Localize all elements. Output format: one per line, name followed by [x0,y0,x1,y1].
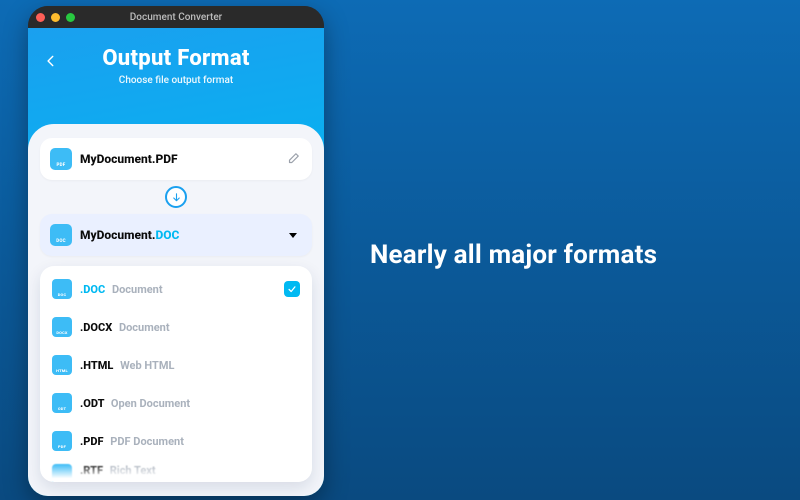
format-option-label: .HTML Web HTML [80,359,300,372]
source-filename-ext: PDF [155,152,177,166]
chevron-down-icon [284,226,302,244]
format-option[interactable]: ODT .ODT Open Document [40,384,312,422]
format-option[interactable]: PDF .PDF PDF Document [40,422,312,460]
close-icon[interactable] [36,13,45,22]
file-icon-tag: RTF [58,477,66,482]
app-header: Output Format Choose file output format [28,28,324,100]
target-filename-base: MyDocument. [80,228,155,242]
file-icon-tag: DOCX [56,330,67,335]
content-card: PDF MyDocument.PDF [28,124,324,496]
edit-icon[interactable] [284,150,302,168]
back-button[interactable] [40,50,62,72]
arrow-down-icon [165,186,187,208]
file-icon: HTML [52,355,72,375]
file-icon-tag: ODT [58,406,66,411]
format-option[interactable]: RTF .RTF Rich Text [40,460,312,482]
target-format-selector[interactable]: DOC MyDocument.DOC [40,214,312,256]
traffic-lights [36,13,75,22]
file-icon-tag: PDF [58,444,66,449]
format-option-label: .DOCX Document [80,321,300,334]
app-surface: Output Format Choose file output format … [28,28,324,496]
minimize-icon[interactable] [51,13,60,22]
page-subtitle: Choose file output format [46,75,306,86]
format-option[interactable]: DOCX .DOCX Document [40,308,312,346]
maximize-icon[interactable] [66,13,75,22]
app-window: Document Converter Output Format Choose … [28,6,324,496]
file-icon: DOC [52,279,72,299]
format-option-label: .RTF Rich Text [80,464,300,477]
file-icon-tag: DOC [56,239,66,244]
file-icon: PDF [50,148,72,170]
target-filename: MyDocument.DOC [80,228,284,242]
source-filename-base: MyDocument. [80,152,155,166]
format-option[interactable]: DOC .DOC Document [40,270,312,308]
file-icon: ODT [52,393,72,413]
format-dropdown: DOC .DOC Document DOCX .DOCX Document HTML .H… [40,266,312,482]
check-icon [284,281,300,297]
format-option-label: .DOC Document [80,283,284,296]
file-icon: DOCX [52,317,72,337]
file-icon-tag: HTML [56,368,68,373]
file-icon: PDF [52,431,72,451]
page-title: Output Format [46,46,306,71]
chevron-left-icon [44,54,58,68]
file-icon-tag: DOC [58,292,67,297]
source-file-row[interactable]: PDF MyDocument.PDF [40,138,312,180]
conversion-arrow [40,186,312,208]
window-titlebar: Document Converter [28,6,324,28]
format-option-label: .ODT Open Document [80,397,300,410]
format-option-label: .PDF PDF Document [80,435,300,448]
source-filename: MyDocument.PDF [80,152,284,166]
file-icon-tag: PDF [57,163,66,168]
file-icon: DOC [50,224,72,246]
marketing-tagline: Nearly all major formats [370,240,657,270]
format-option[interactable]: HTML .HTML Web HTML [40,346,312,384]
target-filename-ext: DOC [155,228,179,242]
file-icon: RTF [52,464,72,482]
